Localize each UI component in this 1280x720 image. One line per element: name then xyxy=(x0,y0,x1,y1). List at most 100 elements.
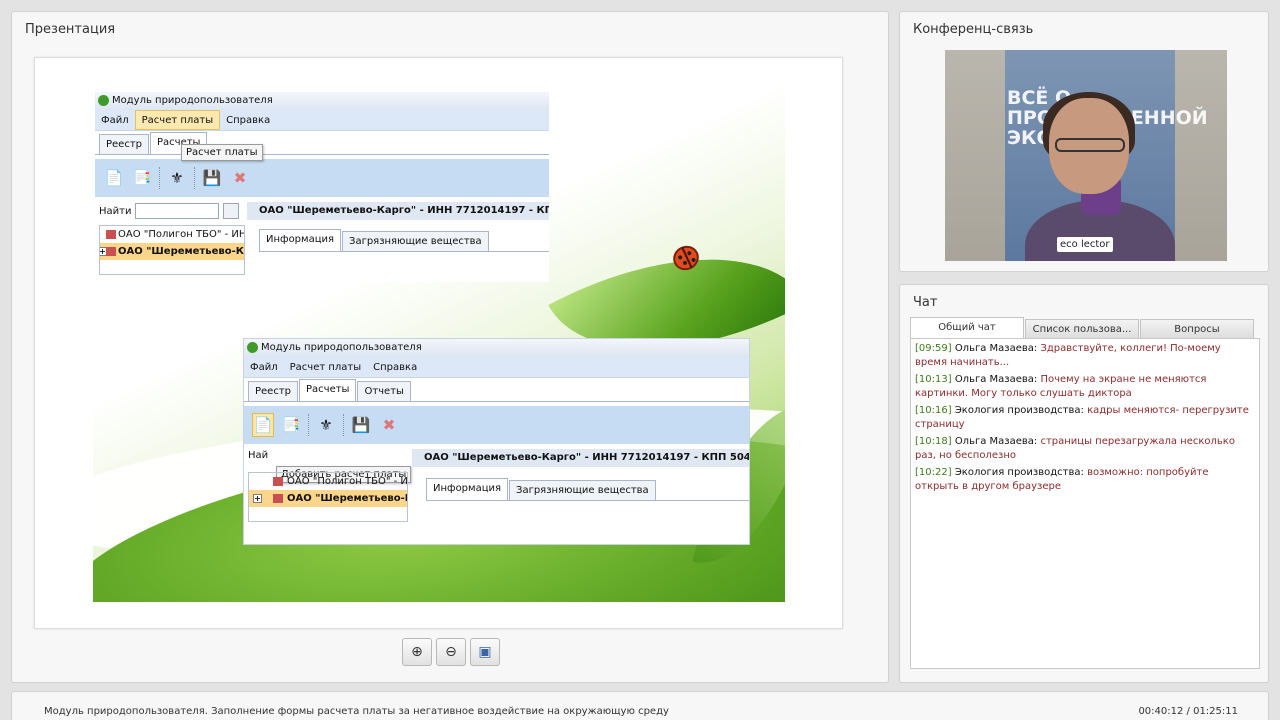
playback-time: 00:40:12 / 01:25:11 xyxy=(1138,706,1238,717)
chat-message: [10:22] Экология производства: возможно:… xyxy=(915,466,1255,494)
save-icon: 💾 xyxy=(351,416,371,434)
message-author: Ольга Мазаева: xyxy=(954,374,1038,385)
tab-calculations: Расчеты xyxy=(299,379,357,401)
chat-messages[interactable]: [09:59] Ольга Мазаева: Здравствуйте, кол… xyxy=(910,338,1260,669)
tooltip: Расчет платы xyxy=(181,144,263,161)
tab-pollutants: Загрязняющие вещества xyxy=(342,231,489,251)
zoom-in-icon: ⊕ xyxy=(411,644,423,660)
org-tree: ОАО "Полигон ТБО" - ИН +ОАО "Шереметьево… xyxy=(99,225,245,275)
chat-message: [09:59] Ольга Мазаева: Здравствуйте, кол… xyxy=(915,342,1255,370)
delete-icon: ✖ xyxy=(233,169,247,187)
window-titlebar: Модуль природопользователя xyxy=(95,92,549,110)
emblem-icon: ⚜ xyxy=(319,416,333,434)
export-document-icon: 📑 xyxy=(132,169,152,187)
chat-tabs: Общий чат Список пользова... Вопросы xyxy=(910,317,1260,339)
message-time: [09:59] xyxy=(915,343,952,354)
save-icon: 💾 xyxy=(202,169,222,187)
expand-icon: + xyxy=(253,494,262,503)
sub-tabs: Информация Загрязняющие вещества xyxy=(426,478,749,501)
window-titlebar: Модуль природопользователя xyxy=(244,339,749,357)
sub-tabs: Информация Загрязняющие вещества xyxy=(259,229,549,252)
window-menubar: Файл Расчет платы Справка xyxy=(244,357,749,378)
zoom-out-button[interactable]: ⊖ xyxy=(436,638,466,666)
chat-message: [10:18] Ольга Мазаева: страницы перезагр… xyxy=(915,435,1255,463)
tab-registry: Реестр xyxy=(99,134,150,154)
org-tree: ОАО "Полигон ТБО" - ИН + ОАО "Шереметьево… xyxy=(248,472,408,522)
house-icon xyxy=(106,230,116,239)
message-author: Ольга Мазаева: xyxy=(954,436,1038,447)
window-body: Найти ОАО "Полигон ТБО" - ИН +ОАО "Шерем… xyxy=(95,197,549,275)
slide-controls: ⊕ ⊖ ▣ xyxy=(402,638,500,666)
tab-general-chat[interactable]: Общий чат xyxy=(910,317,1024,339)
toolbar-separator xyxy=(343,414,344,436)
tree-item-label: ОАО "Полигон ТБО" - ИН xyxy=(118,229,244,240)
window-title: Модуль природопользователя xyxy=(112,95,273,106)
menu-help: Справка xyxy=(373,362,418,373)
menu-help: Справка xyxy=(226,115,271,126)
screenshot-window-bottom: Модуль природопользователя Файл Расчет п… xyxy=(243,338,750,545)
screenshot-window-top: Модуль природопользователя Файл Расчет п… xyxy=(95,92,549,282)
menu-payment: Расчет платы xyxy=(289,362,362,373)
zoom-in-button[interactable]: ⊕ xyxy=(402,638,432,666)
find-row: Найти xyxy=(99,203,240,219)
glasses xyxy=(1055,138,1125,152)
tab-user-list[interactable]: Список пользова... xyxy=(1025,319,1139,339)
window-body: Най ОАО "Полигон ТБО" - ИН + ОАО "Шеремет… xyxy=(244,444,749,522)
message-time: [10:22] xyxy=(915,467,952,478)
save-button[interactable]: ▣ xyxy=(470,638,500,666)
house-icon xyxy=(273,477,283,486)
message-time: [10:13] xyxy=(915,374,952,385)
message-time: [10:16] xyxy=(915,405,952,416)
toolbar-separator xyxy=(159,167,160,189)
tree-icon xyxy=(247,342,258,353)
find-label: Найти xyxy=(99,205,132,217)
conference-panel: Конференц-связь ВСЁ О ПРОМЫШЛЕННОЙ ЭКОЛО… xyxy=(899,11,1269,272)
window-toolbar: 📄 📑 ⚜ 💾 ✖ xyxy=(244,406,749,444)
message-author: Экология производства: xyxy=(954,467,1084,478)
tree-item-label: ОАО "Шереметьево-Карг xyxy=(287,493,407,504)
tab-pollutants: Загрязняющие вещества xyxy=(509,480,656,500)
message-author: Ольга Мазаева: xyxy=(954,343,1038,354)
tree-icon xyxy=(98,95,109,106)
message-time: [10:18] xyxy=(915,436,952,447)
chat-panel: Чат Общий чат Список пользова... Вопросы… xyxy=(899,284,1269,683)
menu-file: Файл xyxy=(101,115,129,126)
zoom-out-icon: ⊖ xyxy=(445,644,457,660)
message-author: Экология производства: xyxy=(954,405,1084,416)
org-header: ОАО "Шереметьево-Карго" - ИНН 7712014197… xyxy=(412,449,749,467)
house-icon xyxy=(106,247,116,256)
find-label: Най xyxy=(248,450,269,461)
find-row: Най xyxy=(248,450,268,461)
menu-payment: Расчет платы xyxy=(134,110,221,130)
window-tabs: Реестр Расчеты Отчеты xyxy=(244,378,749,402)
floppy-disk-icon: ▣ xyxy=(478,644,492,660)
conference-title: Конференц-связь xyxy=(913,22,1034,37)
find-button xyxy=(223,203,240,219)
tree-item-selected: + ОАО "Шереметьево-Карг xyxy=(249,490,407,507)
export-document-icon: 📑 xyxy=(281,416,301,434)
toolbar-separator xyxy=(308,414,309,436)
chat-message: [10:16] Экология производства: кадры мен… xyxy=(915,404,1255,432)
emblem-icon: ⚜ xyxy=(170,169,184,187)
video-feed[interactable]: ВСЁ О ПРОМЫШЛЕННОЙ ЭКОЛОГИИ! eco lector xyxy=(945,50,1227,261)
toolbar-separator xyxy=(194,167,195,189)
tab-info: Информация xyxy=(426,478,509,500)
window-title: Модуль природопользователя xyxy=(261,342,422,353)
tab-info: Информация xyxy=(259,229,342,251)
find-input xyxy=(135,203,220,219)
org-header: ОАО "Шереметьево-Карго" - ИНН 7712014197… xyxy=(247,202,549,220)
slide: Модуль природопользователя Файл Расчет п… xyxy=(34,57,843,629)
chat-title: Чат xyxy=(913,295,938,310)
tab-questions[interactable]: Вопросы xyxy=(1140,319,1254,339)
add-document-icon: 📄 xyxy=(104,169,124,187)
tab-registry: Реестр xyxy=(248,381,299,401)
tree-item-selected: +ОАО "Шереметьево-Карг xyxy=(100,243,244,260)
camera-label: eco lector xyxy=(1057,237,1113,252)
add-document-icon: 📄 xyxy=(252,413,274,437)
tree-item-label: ОАО "Полигон ТБО" - ИН xyxy=(287,476,407,487)
chat-message: [10:13] Ольга Мазаева: Почему на экране … xyxy=(915,373,1255,401)
window-menubar: Файл Расчет платы Справка xyxy=(95,110,549,131)
tree-item-label: ОАО "Шереметьево-Карг xyxy=(118,246,244,257)
presentation-title: Презентация xyxy=(25,22,116,37)
delete-icon: ✖ xyxy=(382,416,396,434)
